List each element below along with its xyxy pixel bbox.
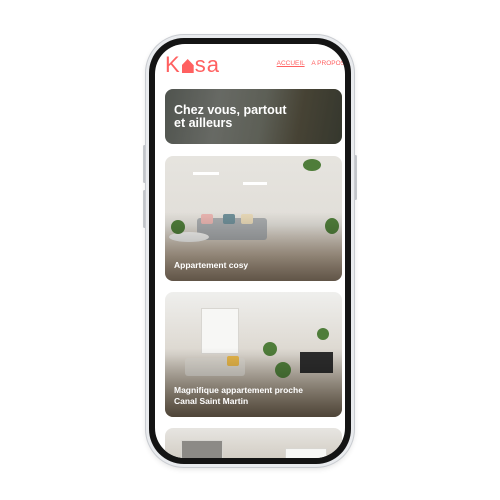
hero-banner: Chez vous, partout et ailleurs: [165, 89, 342, 144]
phone-frame: Ksa ACCUEIL A PROPOS Chez vous, partout …: [146, 35, 354, 467]
kasa-logo[interactable]: Ksa: [165, 54, 220, 76]
card-title: Magnifique appartement proche Canal Sain…: [174, 385, 334, 407]
app-screen: Ksa ACCUEIL A PROPOS Chez vous, partout …: [155, 44, 345, 458]
nav-link-accueil[interactable]: ACCUEIL: [277, 60, 305, 67]
window: [285, 448, 327, 458]
logo-letter-k: K: [165, 52, 181, 77]
hero-title: Chez vous, partout et ailleurs: [174, 104, 304, 130]
wall-shelf: [243, 182, 267, 185]
phone-bezel: Ksa ACCUEIL A PROPOS Chez vous, partout …: [149, 38, 351, 464]
listing-card[interactable]: Appartement cosy: [165, 156, 342, 281]
hanging-plant: [303, 159, 321, 171]
logo-letters-sa: sa: [194, 52, 220, 77]
card-title-line-1: Appartement cosy: [174, 260, 249, 270]
header: Ksa ACCUEIL A PROPOS: [155, 44, 345, 82]
window: [201, 308, 239, 354]
phone-power-button: [354, 155, 357, 200]
card-title: Appartement cosy: [174, 260, 334, 271]
wall-shelf: [193, 172, 219, 175]
home-icon: [181, 59, 194, 73]
nav-link-a-propos[interactable]: A PROPOS: [311, 60, 345, 67]
card-title-line-1: Magnifique appartement proche: [174, 385, 303, 395]
listing-card[interactable]: Magnifique appartement proche Canal Sain…: [165, 292, 342, 417]
window: [181, 440, 223, 458]
card-title-line-2: Canal Saint Martin: [174, 396, 249, 406]
main-nav: ACCUEIL A PROPOS: [272, 60, 345, 67]
listing-card[interactable]: [165, 428, 342, 458]
hero-title-line-2: et ailleurs: [174, 116, 233, 130]
potted-plant: [317, 328, 329, 340]
